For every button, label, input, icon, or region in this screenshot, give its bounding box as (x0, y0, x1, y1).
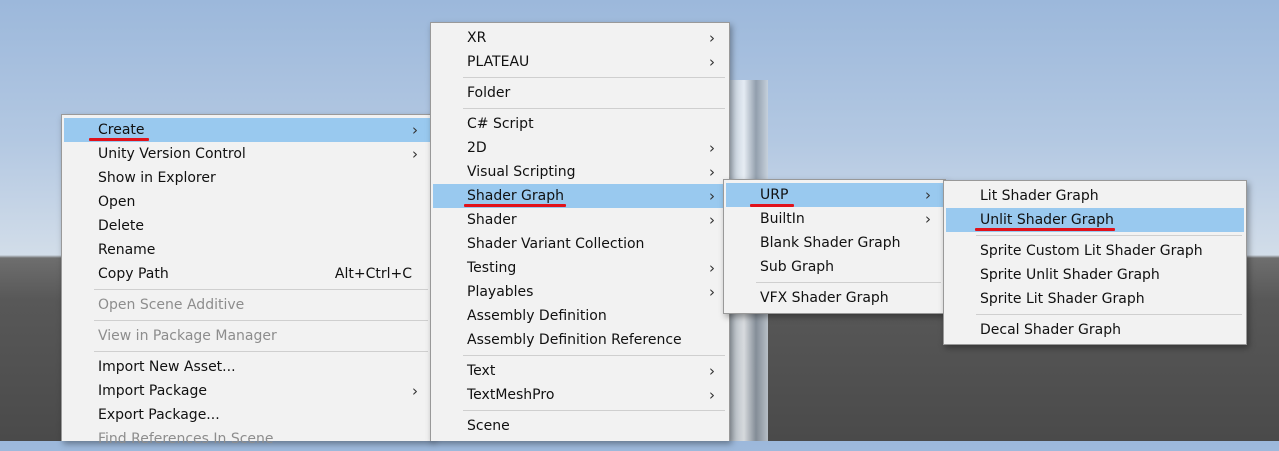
menu-item-delete[interactable]: Delete (64, 214, 430, 238)
menu-item-unity-version-control[interactable]: Unity Version Control › (64, 142, 430, 166)
menu-item-show-in-explorer[interactable]: Show in Explorer (64, 166, 430, 190)
menu-item-textmeshpro[interactable]: TextMeshPro › (433, 383, 727, 407)
menu-item-view-in-package-manager: View in Package Manager (98, 328, 277, 344)
create-submenu: XR › PLATEAU › Folder C# Script 2D › Visual… (430, 22, 730, 441)
annotation-underline-create (89, 138, 149, 141)
shader-graph-submenu: URP › BuiltIn › Blank Shader Graph Sub Gra… (723, 179, 946, 314)
menu-item-sprite-lit-shader-graph[interactable]: Sprite Lit Shader Graph (946, 287, 1244, 311)
menu-item-sub-graph[interactable]: Sub Graph (726, 255, 943, 279)
chevron-right-icon: › (709, 163, 715, 181)
chevron-right-icon: › (709, 283, 715, 301)
menu-item-open-scene-additive: Open Scene Additive (98, 297, 245, 313)
shortcut-label: Alt+Ctrl+C (334, 266, 412, 282)
urp-submenu: Lit Shader Graph Unlit Shader Graph Spri… (943, 180, 1247, 345)
chevron-right-icon: › (709, 386, 715, 404)
menu-item-copy-path[interactable]: Copy Path Alt+Ctrl+C (64, 262, 430, 286)
menu-item-lit-shader-graph[interactable]: Lit Shader Graph (946, 184, 1244, 208)
chevron-right-icon: › (709, 29, 715, 47)
menu-item-blank-shader-graph[interactable]: Blank Shader Graph (726, 231, 943, 255)
menu-item-testing[interactable]: Testing › (433, 256, 727, 280)
menu-separator (756, 282, 941, 283)
chevron-right-icon: › (412, 121, 418, 139)
menu-item-assembly-definition-reference[interactable]: Assembly Definition Reference (433, 328, 727, 352)
menu-separator (94, 351, 428, 352)
context-menu: Create › Unity Version Control › Show in E… (61, 114, 433, 447)
menu-item-sprite-unlit-shader-graph[interactable]: Sprite Unlit Shader Graph (946, 263, 1244, 287)
menu-item-2d[interactable]: 2D › (433, 136, 727, 160)
menu-item-decal-shader-graph[interactable]: Decal Shader Graph (946, 318, 1244, 342)
menu-item-visual-scripting[interactable]: Visual Scripting › (433, 160, 727, 184)
menu-item-folder[interactable]: Folder (433, 81, 727, 105)
menu-item-playables[interactable]: Playables › (433, 280, 727, 304)
menu-item-xr[interactable]: XR › (433, 26, 727, 50)
chevron-right-icon: › (412, 145, 418, 163)
chevron-right-icon: › (709, 259, 715, 277)
menu-item-assembly-definition[interactable]: Assembly Definition (433, 304, 727, 328)
menu-item-sprite-custom-lit-shader-graph[interactable]: Sprite Custom Lit Shader Graph (946, 239, 1244, 263)
menu-item-builtin[interactable]: BuiltIn › (726, 207, 943, 231)
menu-item-import-new-asset[interactable]: Import New Asset... (64, 355, 430, 379)
chevron-right-icon: › (709, 139, 715, 157)
chevron-right-icon: › (412, 382, 418, 400)
menu-item-plateau[interactable]: PLATEAU › (433, 50, 727, 74)
menu-item-open[interactable]: Open (64, 190, 430, 214)
menu-separator (463, 77, 725, 78)
menu-item-find-references-in-scene: Find References In Scene (98, 431, 274, 447)
annotation-underline-unlit-shader-graph (975, 228, 1115, 231)
menu-item-vfx-shader-graph[interactable]: VFX Shader Graph (726, 286, 943, 310)
menu-separator (976, 235, 1242, 236)
menu-separator (463, 108, 725, 109)
menu-item-export-package[interactable]: Export Package... (64, 403, 430, 427)
annotation-underline-shader-graph (464, 204, 566, 207)
chevron-right-icon: › (925, 186, 931, 204)
menu-item-rename[interactable]: Rename (64, 238, 430, 262)
menu-item-shader-variant-collection[interactable]: Shader Variant Collection (433, 232, 727, 256)
chevron-right-icon: › (709, 362, 715, 380)
menu-separator (94, 289, 428, 290)
chevron-right-icon: › (709, 53, 715, 71)
menu-item-text[interactable]: Text › (433, 359, 727, 383)
menu-separator (976, 314, 1242, 315)
chevron-right-icon: › (709, 211, 715, 229)
annotation-underline-urp (750, 204, 794, 207)
menu-separator (94, 320, 428, 321)
chevron-right-icon: › (709, 187, 715, 205)
menu-separator (463, 355, 725, 356)
menu-item-csharp-script[interactable]: C# Script (433, 112, 727, 136)
menu-item-import-package[interactable]: Import Package › (64, 379, 430, 403)
menu-separator (463, 410, 725, 411)
menu-item-scene[interactable]: Scene (433, 414, 727, 438)
menu-item-shader[interactable]: Shader › (433, 208, 727, 232)
chevron-right-icon: › (925, 210, 931, 228)
